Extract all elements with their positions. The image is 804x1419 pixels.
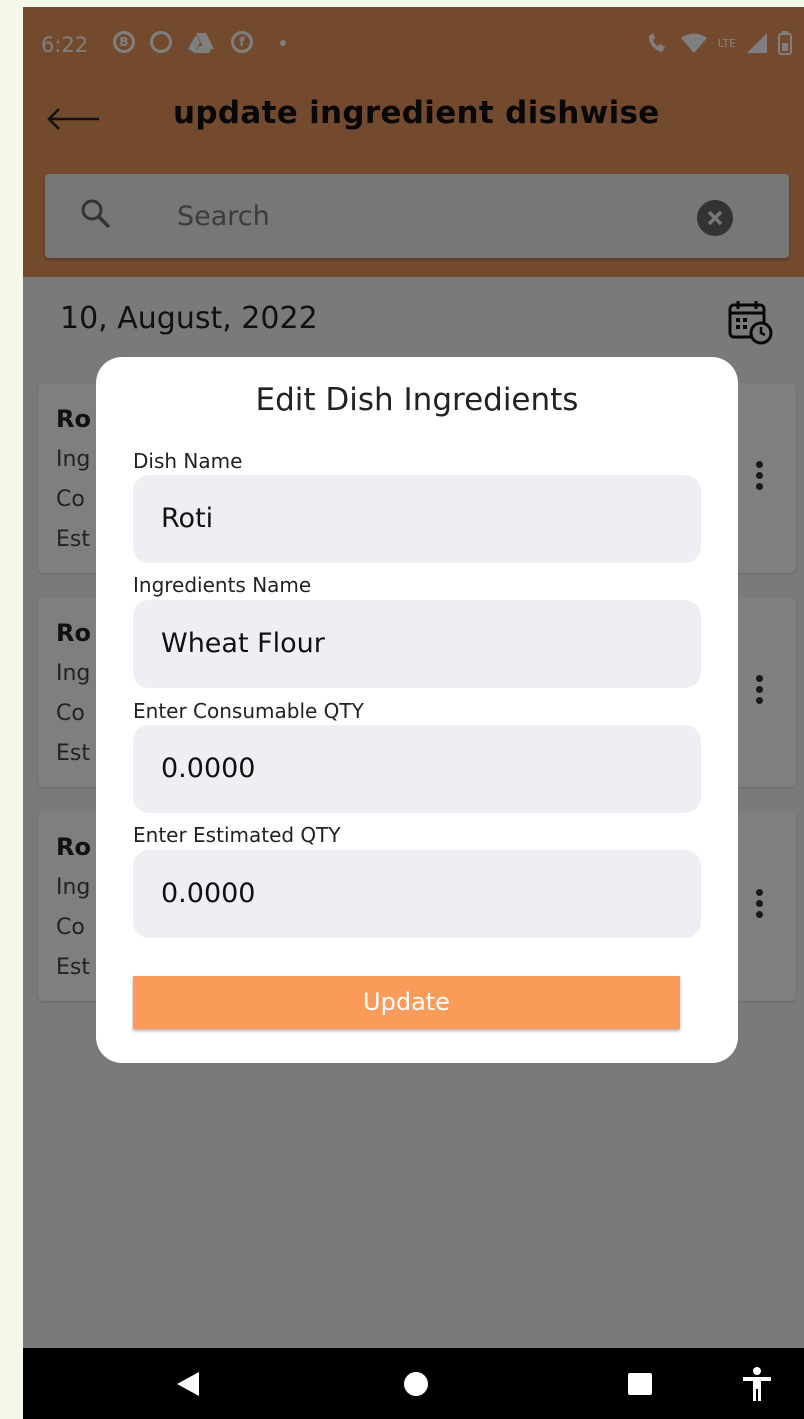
nav-home-icon[interactable] [404, 1372, 428, 1396]
ingredients-name-label: Ingredients Name [133, 573, 312, 597]
update-button[interactable]: Update [133, 976, 680, 1029]
nav-back-icon[interactable] [177, 1372, 199, 1396]
nav-recents-icon[interactable] [628, 1373, 652, 1395]
edit-dish-dialog: Edit Dish Ingredients Dish Name Roti Ing… [96, 357, 738, 1063]
estimated-qty-field[interactable]: 0.0000 [133, 850, 701, 938]
consumable-qty-label: Enter Consumable QTY [133, 699, 364, 723]
accessibility-icon[interactable] [741, 1366, 773, 1402]
system-nav-bar [23, 1348, 804, 1419]
dialog-title: Edit Dish Ingredients [255, 382, 579, 418]
dish-name-field[interactable]: Roti [133, 475, 701, 563]
estimated-qty-label: Enter Estimated QTY [133, 823, 341, 847]
dish-name-label: Dish Name [133, 449, 243, 473]
consumable-qty-field[interactable]: 0.0000 [133, 725, 701, 813]
phone-screen: 6:22 B f LTE [23, 7, 804, 1419]
ingredients-name-field[interactable]: Wheat Flour [133, 600, 701, 688]
